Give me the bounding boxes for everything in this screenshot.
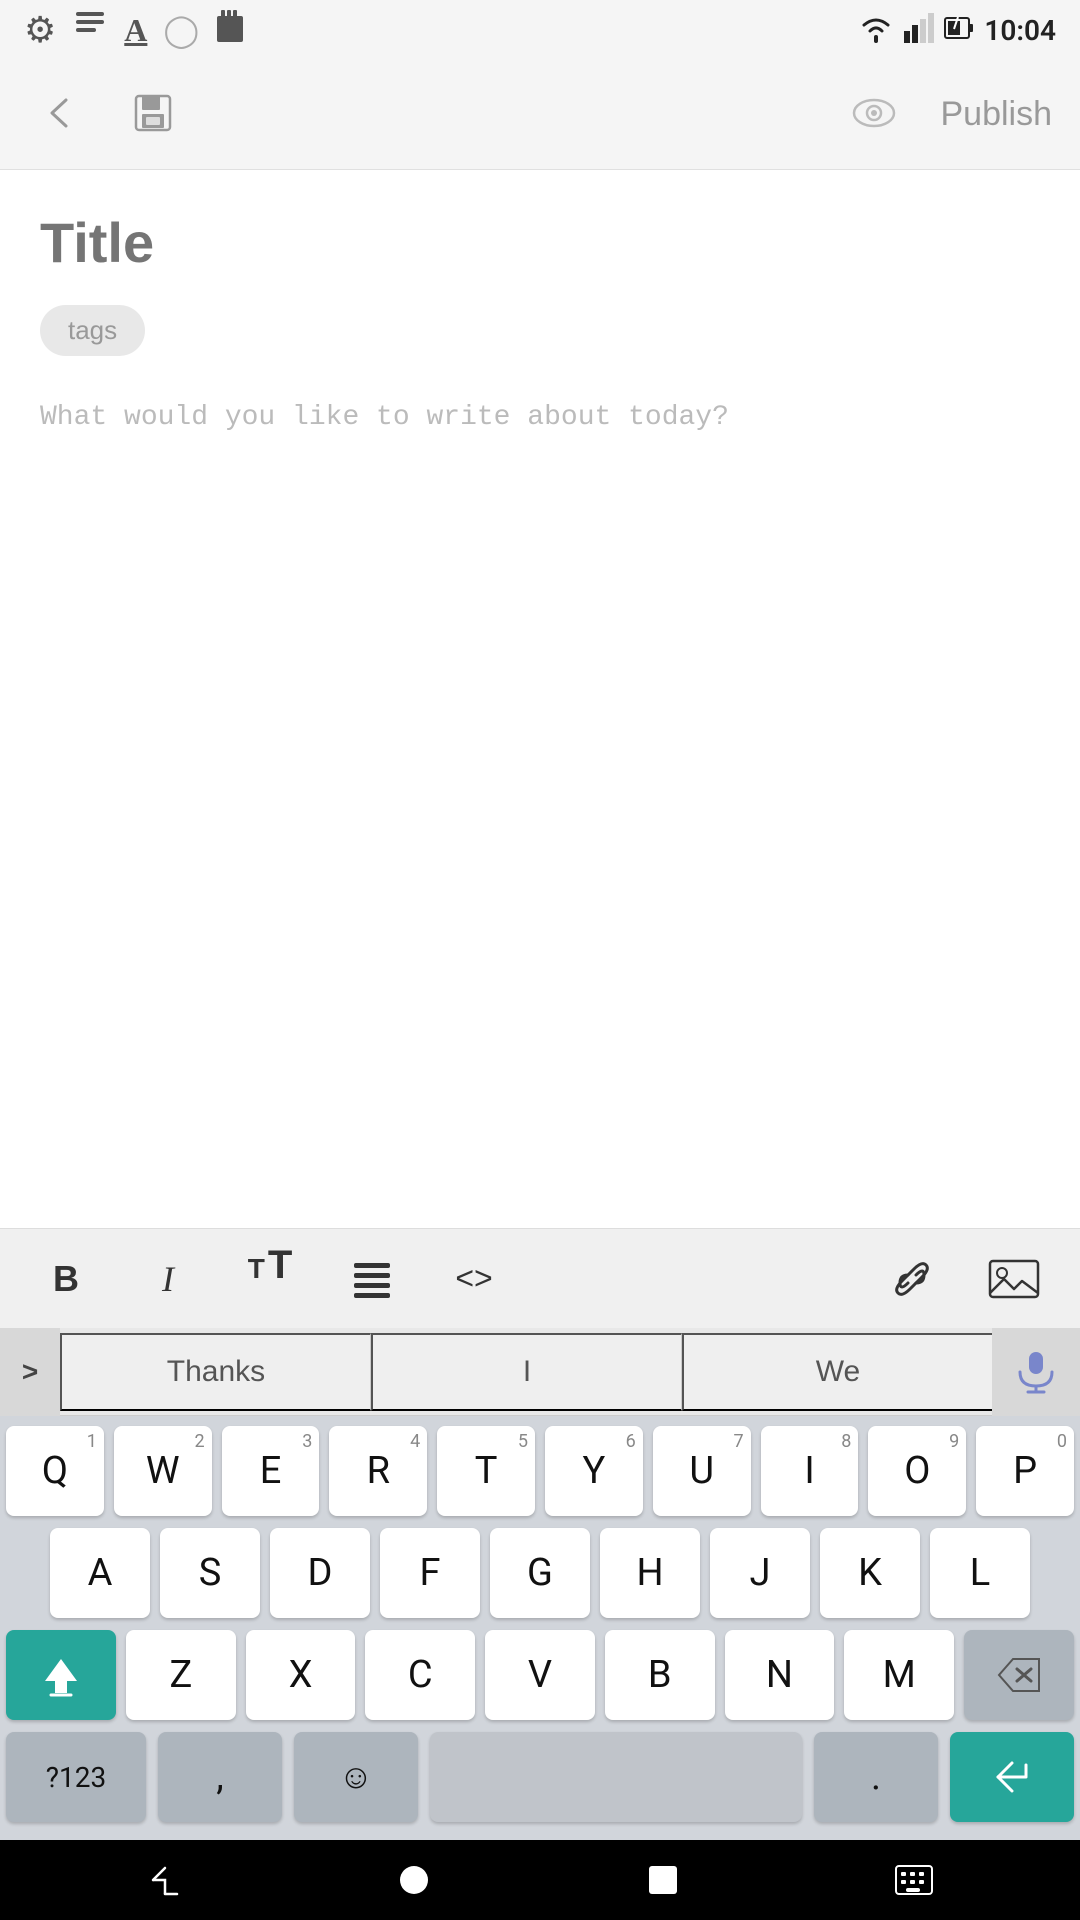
key-backspace[interactable] <box>964 1630 1074 1720</box>
key-s[interactable]: S <box>160 1528 260 1618</box>
key-b[interactable]: B <box>605 1630 715 1720</box>
keyboard-row-3: Z X C V B N M <box>6 1630 1074 1720</box>
nav-bar <box>0 1840 1080 1920</box>
list-button[interactable] <box>336 1243 408 1315</box>
code-button[interactable]: <> <box>438 1243 510 1315</box>
key-e[interactable]: E3 <box>222 1426 320 1516</box>
format-toolbar: B I TT <> <box>0 1228 1080 1328</box>
microphone-button[interactable] <box>992 1328 1080 1416</box>
text-format-icon: A <box>124 12 147 49</box>
top-bar: Publish <box>0 60 1080 170</box>
suggestion-2[interactable]: I <box>371 1333 682 1411</box>
key-g[interactable]: G <box>490 1528 590 1618</box>
key-p[interactable]: P0 <box>976 1426 1074 1516</box>
key-f[interactable]: F <box>380 1528 480 1618</box>
wifi-icon <box>858 13 894 47</box>
keyboard-row-4: ?123 , ☺ . <box>6 1732 1074 1822</box>
tags-button[interactable]: tags <box>40 305 145 356</box>
suggestion-3[interactable]: We <box>682 1333 992 1411</box>
top-bar-right: Publish <box>840 82 1052 147</box>
editor-area: tags What would you like to write about … <box>0 170 1080 1228</box>
autocomplete-expand-button[interactable]: > <box>0 1328 60 1416</box>
title-input[interactable] <box>40 210 1040 275</box>
status-icons-right: 10:04 <box>858 13 1056 47</box>
suggestion-1[interactable]: Thanks <box>60 1333 371 1411</box>
link-button[interactable] <box>876 1243 948 1315</box>
image-button[interactable] <box>978 1243 1050 1315</box>
battery-icon <box>944 13 974 47</box>
top-bar-left <box>28 82 184 147</box>
key-k[interactable]: K <box>820 1528 920 1618</box>
key-l[interactable]: L <box>930 1528 1030 1618</box>
keyboard: Q1 W2 E3 R4 T5 Y6 U7 I8 O9 P0 A S D F G … <box>0 1416 1080 1840</box>
status-time: 10:04 <box>984 14 1056 47</box>
key-q[interactable]: Q1 <box>6 1426 104 1516</box>
key-r[interactable]: R4 <box>329 1426 427 1516</box>
back-button[interactable] <box>28 82 90 147</box>
key-t[interactable]: T5 <box>437 1426 535 1516</box>
key-n[interactable]: N <box>725 1630 835 1720</box>
publish-button[interactable]: Publish <box>940 95 1052 134</box>
key-period[interactable]: . <box>814 1732 938 1822</box>
nav-recents-button[interactable] <box>645 1862 681 1898</box>
key-v[interactable]: V <box>485 1630 595 1720</box>
sd-card-icon <box>215 8 245 52</box>
key-u[interactable]: U7 <box>653 1426 751 1516</box>
circle-icon: ◯ <box>163 11 199 49</box>
key-d[interactable]: D <box>270 1528 370 1618</box>
key-space[interactable] <box>430 1732 802 1822</box>
nav-keyboard-button[interactable] <box>894 1862 934 1898</box>
autocomplete-suggestions: Thanks I We <box>60 1333 992 1411</box>
autocomplete-bar: > Thanks I We <box>0 1328 1080 1416</box>
key-j[interactable]: J <box>710 1528 810 1618</box>
key-enter[interactable] <box>950 1732 1074 1822</box>
status-icons-left: ⚙ A ◯ <box>24 8 245 52</box>
key-w[interactable]: W2 <box>114 1426 212 1516</box>
notes-icon <box>72 8 108 52</box>
key-shift[interactable] <box>6 1630 116 1720</box>
text-size-button[interactable]: TT <box>234 1243 306 1315</box>
save-button[interactable] <box>122 82 184 147</box>
status-bar: ⚙ A ◯ 10:04 <box>0 0 1080 60</box>
key-z[interactable]: Z <box>126 1630 236 1720</box>
key-x[interactable]: X <box>246 1630 356 1720</box>
nav-back-button[interactable] <box>147 1862 183 1898</box>
keyboard-row-2: A S D F G H J K L <box>6 1528 1074 1618</box>
italic-button[interactable]: I <box>132 1243 204 1315</box>
key-c[interactable]: C <box>365 1630 475 1720</box>
key-m[interactable]: M <box>844 1630 954 1720</box>
key-h[interactable]: H <box>600 1528 700 1618</box>
key-comma[interactable]: , <box>158 1732 282 1822</box>
settings-icon: ⚙ <box>24 9 56 51</box>
keyboard-row-1: Q1 W2 E3 R4 T5 Y6 U7 I8 O9 P0 <box>6 1426 1074 1516</box>
key-numbers[interactable]: ?123 <box>6 1732 146 1822</box>
bold-button[interactable]: B <box>30 1243 102 1315</box>
key-a[interactable]: A <box>50 1528 150 1618</box>
body-placeholder[interactable]: What would you like to write about today… <box>40 396 1040 441</box>
key-i[interactable]: I8 <box>761 1426 859 1516</box>
key-o[interactable]: O9 <box>868 1426 966 1516</box>
key-emoji[interactable]: ☺ <box>294 1732 418 1822</box>
nav-home-button[interactable] <box>396 1862 432 1898</box>
signal-icon <box>904 13 934 47</box>
key-y[interactable]: Y6 <box>545 1426 643 1516</box>
preview-button[interactable] <box>840 82 908 147</box>
